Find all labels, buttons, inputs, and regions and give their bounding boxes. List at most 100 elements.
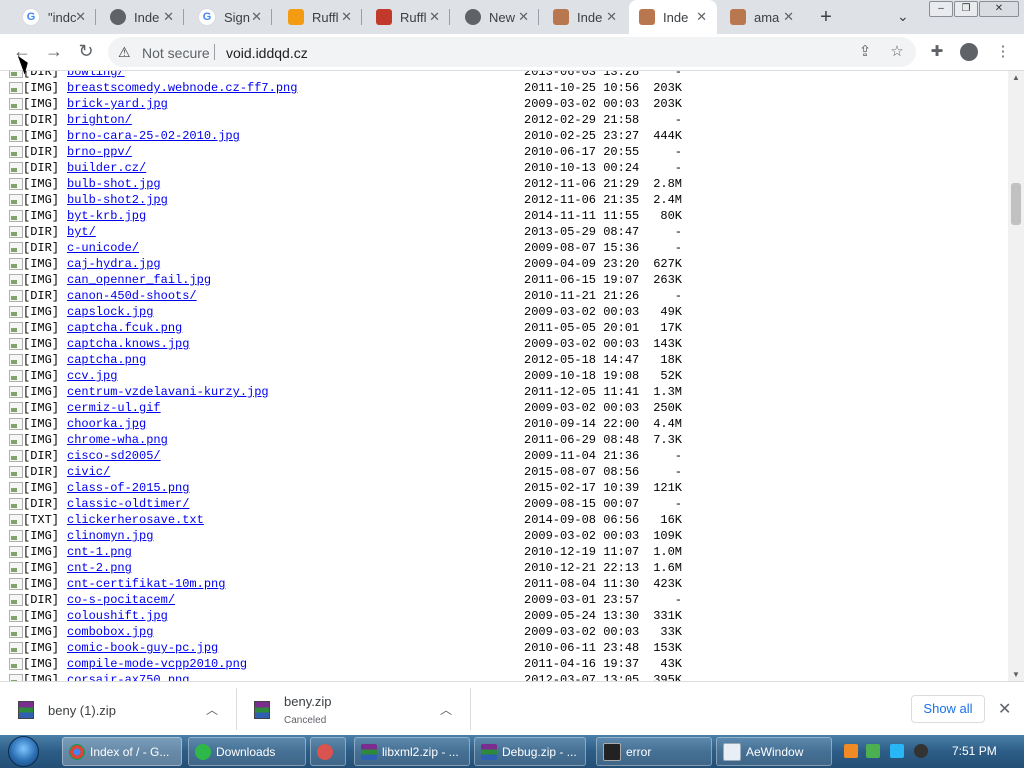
url-text[interactable]: void.iddqd.cz — [226, 45, 308, 61]
tab-7-active[interactable]: Inde ✕ — [629, 0, 717, 34]
taskbar-item-libxml2[interactable]: libxml2.zip - ... — [354, 737, 470, 766]
file-link[interactable]: corsair-ax750.png — [67, 672, 189, 681]
taskbar-item-downloads[interactable]: Downloads — [188, 737, 306, 766]
file-link[interactable]: cisco-sd2005/ — [67, 448, 161, 464]
address-bar[interactable]: ⚠ Not secure void.iddqd.cz ⇪ ☆ — [108, 37, 916, 67]
file-link[interactable]: capslock.jpg — [67, 304, 153, 320]
file-link[interactable]: comic-book-guy-pc.jpg — [67, 640, 218, 656]
tab-8[interactable]: ama ✕ — [720, 0, 804, 34]
tab-6[interactable]: Inde ✕ — [543, 0, 627, 34]
file-link[interactable]: captcha.fcuk.png — [67, 320, 182, 336]
file-link[interactable]: ccv.jpg — [67, 368, 117, 384]
taskbar-item-media-player[interactable] — [310, 737, 346, 766]
listing-row: [IMG] can_openner_fail.jpg 2011-06-15 19:0… — [0, 272, 1000, 288]
taskbar-clock[interactable]: 7:51 PM — [952, 744, 997, 758]
file-link[interactable]: brno-ppv/ — [67, 144, 132, 160]
close-icon[interactable]: ✕ — [518, 9, 529, 25]
file-link[interactable]: bowling/ — [67, 71, 125, 80]
taskbar-item-aewindow[interactable]: AeWindow — [716, 737, 832, 766]
taskbar-item-debug[interactable]: Debug.zip - ... — [474, 737, 586, 766]
scroll-up-arrow-icon[interactable]: ▲ — [1012, 73, 1020, 82]
file-link[interactable]: coloushift.jpg — [67, 608, 168, 624]
file-link[interactable]: captcha.knows.jpg — [67, 336, 189, 352]
close-icon[interactable]: ✕ — [163, 9, 174, 25]
new-tab-button[interactable]: + — [815, 7, 837, 29]
scroll-thumb[interactable] — [1011, 183, 1021, 225]
file-link[interactable]: compile-mode-vcpp2010.png — [67, 656, 247, 672]
file-link[interactable]: breastscomedy.webnode.cz-ff7.png — [67, 80, 297, 96]
tray-security-icon[interactable] — [866, 744, 880, 758]
file-link[interactable]: co-s-pocitacem/ — [67, 592, 175, 608]
scroll-down-arrow-icon[interactable]: ▼ — [1012, 670, 1020, 679]
more-menu-icon[interactable]: ⋮ — [994, 43, 1012, 61]
reload-icon[interactable]: ↻ — [76, 42, 96, 62]
extensions-puzzle-icon[interactable]: ✚ — [928, 43, 946, 61]
file-link[interactable]: centrum-vzdelavani-kurzy.jpg — [67, 384, 269, 400]
profile-avatar-icon[interactable] — [960, 43, 978, 61]
tab-5[interactable]: New ✕ — [455, 0, 539, 34]
file-link[interactable]: byt-krb.jpg — [67, 208, 146, 224]
file-link[interactable]: clickerherosave.txt — [67, 512, 204, 528]
forward-arrow-icon[interactable]: → — [44, 42, 64, 62]
file-link[interactable]: classic-oldtimer/ — [67, 496, 189, 512]
file-link[interactable]: combobox.jpg — [67, 624, 153, 640]
file-link[interactable]: cnt-1.png — [67, 544, 132, 560]
tray-display-icon[interactable] — [890, 744, 904, 758]
close-icon[interactable]: ✕ — [251, 9, 262, 25]
vertical-scrollbar[interactable]: ▲ ▼ — [1008, 71, 1024, 681]
chevron-up-icon[interactable]: ︿ — [206, 701, 218, 718]
file-link[interactable]: cnt-certifikat-10m.png — [67, 576, 225, 592]
share-icon[interactable]: ⇪ — [856, 43, 874, 61]
bookmark-star-icon[interactable]: ☆ — [888, 43, 906, 61]
file-link[interactable]: can_openner_fail.jpg — [67, 272, 211, 288]
tray-app-icon[interactable] — [844, 744, 858, 758]
tab-search-chevron-icon[interactable]: ⌄ — [897, 8, 909, 25]
tray-volume-icon[interactable] — [914, 744, 928, 758]
restore-button[interactable]: ❐ — [954, 1, 978, 17]
taskbar-item-error[interactable]: error — [596, 737, 712, 766]
show-all-button[interactable]: Show all — [911, 695, 985, 723]
file-link[interactable]: canon-450d-shoots/ — [67, 288, 197, 304]
file-link[interactable]: builder.cz/ — [67, 160, 146, 176]
tab-2[interactable]: G Sign ✕ — [188, 0, 272, 34]
file-link[interactable]: bulb-shot2.jpg — [67, 192, 168, 208]
file-link[interactable]: c-unicode/ — [67, 240, 139, 256]
file-link[interactable]: civic/ — [67, 464, 110, 480]
file-link[interactable]: cermiz-ul.gif — [67, 400, 161, 416]
tab-4[interactable]: Ruffl ✕ — [366, 0, 450, 34]
window-close-button[interactable]: ✕ — [979, 1, 1019, 17]
close-icon[interactable]: ✕ — [429, 9, 440, 25]
close-icon[interactable]: ✕ — [998, 699, 1011, 719]
tab-0[interactable]: G "indc ✕ — [12, 0, 96, 34]
file-link[interactable]: brighton/ — [67, 112, 132, 128]
close-icon[interactable]: ✕ — [606, 9, 617, 25]
start-button[interactable] — [8, 736, 39, 767]
file-link[interactable]: class-of-2015.png — [67, 480, 189, 496]
close-icon[interactable]: ✕ — [341, 9, 352, 25]
minimize-button[interactable]: – — [929, 1, 953, 17]
file-link[interactable]: bulb-shot.jpg — [67, 176, 161, 192]
warning-triangle-icon[interactable]: ⚠ — [118, 44, 131, 61]
file-link[interactable]: brick-yard.jpg — [67, 96, 168, 112]
security-status[interactable]: Not secure — [142, 45, 210, 61]
close-icon[interactable]: ✕ — [696, 9, 707, 25]
download-item-1[interactable]: beny.zip Canceled ︿ — [236, 682, 470, 736]
tab-1[interactable]: Inde ✕ — [100, 0, 184, 34]
close-icon[interactable]: ✕ — [75, 9, 86, 25]
file-link[interactable]: brno-cara-25-02-2010.jpg — [67, 128, 240, 144]
file-link[interactable]: caj-hydra.jpg — [67, 256, 161, 272]
tab-title: Inde — [577, 9, 603, 25]
file-link[interactable]: choorka.jpg — [67, 416, 146, 432]
file-size: 331K — [653, 609, 682, 623]
taskbar-item-chrome[interactable]: Index of / - G... — [62, 737, 182, 766]
file-link[interactable]: chrome-wha.png — [67, 432, 168, 448]
listing-row: [DIR] c-unicode/2009-08-07 15:36 - — [0, 240, 1000, 256]
close-icon[interactable]: ✕ — [783, 9, 794, 25]
file-link[interactable]: clinomyn.jpg — [67, 528, 153, 544]
tab-3[interactable]: Ruffl ✕ — [278, 0, 362, 34]
file-link[interactable]: byt/ — [67, 224, 96, 240]
download-item-0[interactable]: beny (1).zip ︿ — [0, 682, 236, 736]
file-link[interactable]: captcha.png — [67, 352, 146, 368]
chevron-up-icon[interactable]: ︿ — [440, 701, 452, 718]
file-link[interactable]: cnt-2.png — [67, 560, 132, 576]
